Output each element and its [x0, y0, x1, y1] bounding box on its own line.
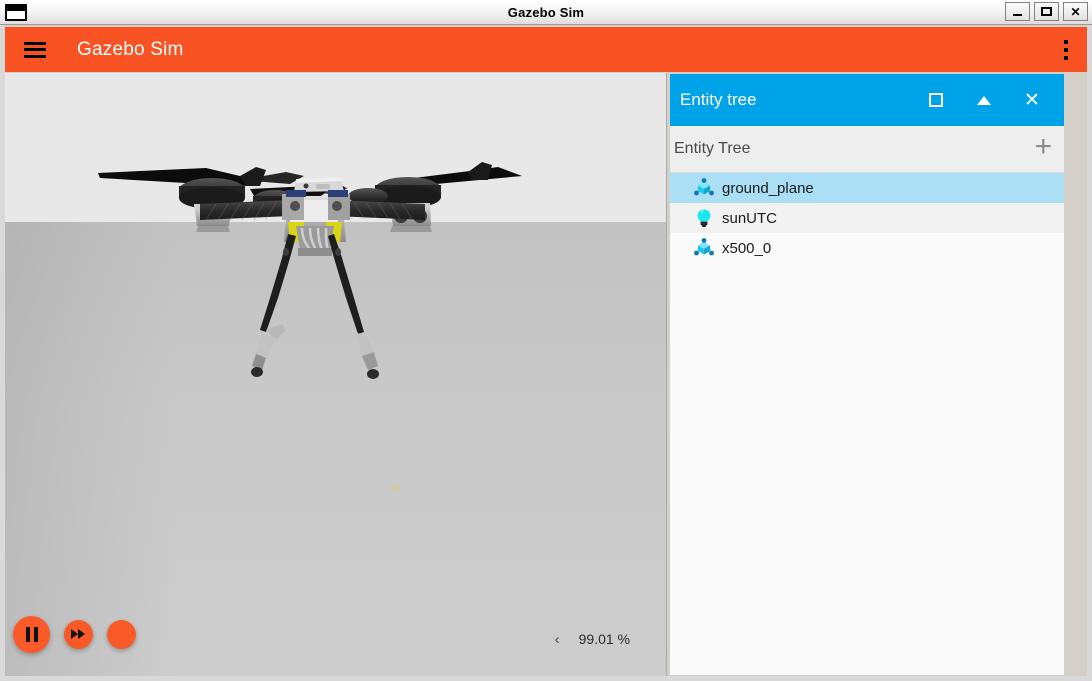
- float-button[interactable]: [912, 81, 960, 119]
- window-icon: [5, 3, 27, 21]
- plus-icon[interactable]: +: [1034, 132, 1052, 166]
- render-viewport[interactable]: ‹ 99.01 %: [5, 73, 667, 676]
- square-icon: [929, 93, 943, 107]
- pause-button[interactable]: [13, 615, 50, 653]
- entity-tree-subheader: Entity Tree +: [670, 126, 1064, 173]
- os-window-buttons: ✕: [1005, 2, 1088, 21]
- window-frame-right: [1087, 25, 1092, 681]
- kebab-menu-icon[interactable]: [1064, 39, 1068, 60]
- x500-drone-model: [90, 146, 530, 411]
- playback-controls: [5, 606, 136, 662]
- triangle-up-icon: [977, 95, 991, 105]
- step-button[interactable]: [64, 619, 93, 649]
- third-button[interactable]: [107, 619, 136, 649]
- dock-title: Entity tree: [680, 90, 757, 109]
- os-title-bar: Gazebo Sim ✕: [0, 0, 1092, 25]
- gazebo-sim-window: Gazebo Sim ✕ Gazebo Sim ‹ 99.01 % Entity…: [0, 0, 1092, 681]
- pause-icon: [25, 626, 38, 642]
- model-icon: [692, 236, 716, 260]
- collapse-button[interactable]: [960, 81, 1008, 119]
- entity-label: sunUTC: [722, 209, 778, 227]
- entity-tree-list: ground_plane sunUTC x500_0: [670, 173, 1064, 675]
- maximize-icon: [1041, 7, 1052, 16]
- dock-close-button[interactable]: ✕: [1008, 81, 1056, 119]
- close-button[interactable]: ✕: [1063, 2, 1088, 21]
- list-item[interactable]: x500_0: [670, 233, 1064, 263]
- minimize-icon: [1013, 14, 1022, 16]
- maximize-button[interactable]: [1034, 2, 1059, 21]
- dock-header-buttons: ✕: [912, 81, 1056, 119]
- list-item[interactable]: sunUTC: [670, 203, 1064, 233]
- real-time-factor: ‹ 99.01 %: [555, 631, 630, 647]
- list-item[interactable]: ground_plane: [670, 173, 1064, 203]
- rtf-value: 99.01 %: [578, 631, 630, 647]
- chevron-left-icon[interactable]: ‹: [555, 632, 560, 647]
- close-x-icon: ✕: [1024, 89, 1040, 111]
- fast-forward-icon: [70, 628, 87, 640]
- window-frame-bottom: [0, 676, 1092, 681]
- dock-header: Entity tree ✕: [670, 74, 1064, 126]
- entity-label: x500_0: [722, 239, 772, 257]
- app-title: Gazebo Sim: [77, 38, 184, 60]
- entity-tree-label: Entity Tree: [674, 140, 751, 157]
- entity-tree-dock: Entity tree ✕ Entity Tree + ground_plane…: [669, 73, 1065, 676]
- entity-label: ground_plane: [722, 179, 814, 197]
- gazebo-toolbar: Gazebo Sim: [5, 27, 1087, 72]
- hamburger-menu-icon[interactable]: [24, 41, 46, 58]
- minimize-button[interactable]: [1005, 2, 1030, 21]
- model-icon: [692, 176, 716, 200]
- os-window-title: Gazebo Sim: [507, 4, 585, 20]
- close-icon: ✕: [1070, 4, 1081, 19]
- small-scene-object: [391, 485, 400, 491]
- light-bulb-icon: [692, 206, 716, 230]
